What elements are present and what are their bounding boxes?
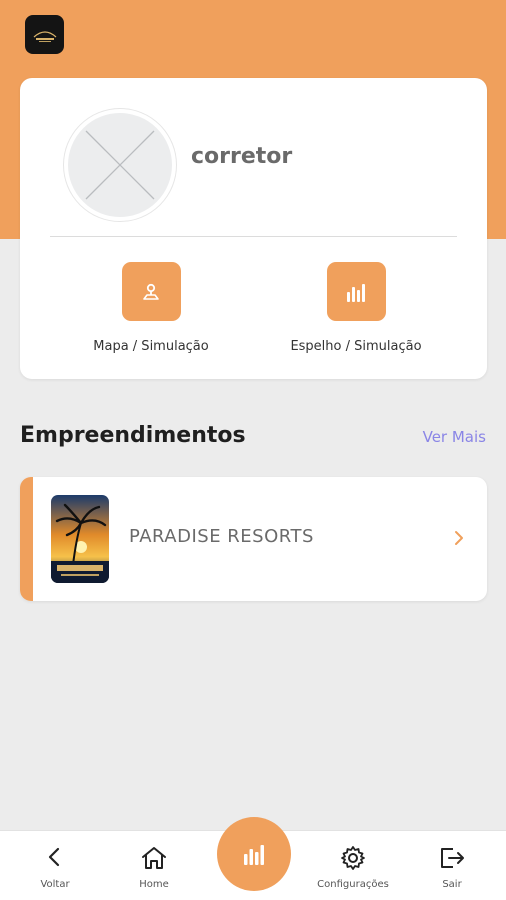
logout-icon (441, 848, 464, 868)
paradise-resorts-thumbnail (51, 495, 109, 583)
card-accent-bar (20, 477, 33, 601)
mirror-simulation-label: Espelho / Simulação (290, 339, 422, 354)
nav-logout-label: Sair (442, 879, 462, 890)
nav-back[interactable]: Voltar (10, 831, 100, 900)
nav-logout[interactable]: Sair (407, 831, 497, 900)
development-card[interactable]: PARADISE RESORTS (20, 477, 487, 601)
profile-card: corretor Mapa / Simulação Espelho / Simu… (20, 78, 487, 379)
gear-icon (341, 846, 365, 870)
center-chart-button[interactable] (217, 817, 291, 891)
bar-chart-icon (244, 845, 264, 865)
nav-back-label: Voltar (40, 879, 70, 890)
section-title: Empreendimentos (20, 423, 246, 448)
paradise-logo-icon (25, 15, 64, 54)
nav-home-label: Home (139, 879, 169, 890)
mirror-simulation-button[interactable]: Espelho / Simulação (266, 262, 446, 354)
avatar (64, 109, 176, 221)
chevron-right-icon[interactable] (453, 529, 465, 547)
map-pin-icon (143, 283, 159, 300)
divider (50, 236, 457, 237)
home-icon (142, 847, 166, 869)
chevron-left-icon (48, 847, 60, 867)
see-more-link[interactable]: Ver Mais (423, 428, 486, 446)
development-name: PARADISE RESORTS (129, 526, 314, 547)
nav-settings[interactable]: Configurações (308, 831, 398, 900)
mirror-simulation-icon-button[interactable] (326, 262, 386, 321)
map-simulation-button[interactable]: Mapa / Simulação (61, 262, 241, 354)
nav-home[interactable]: Home (109, 831, 199, 900)
map-simulation-label: Mapa / Simulação (93, 339, 209, 354)
nav-settings-label: Configurações (317, 879, 389, 890)
user-name: corretor (191, 144, 293, 169)
bar-chart-icon (347, 283, 365, 302)
map-simulation-icon-button[interactable] (121, 262, 181, 321)
avatar-placeholder-icon (85, 130, 155, 200)
